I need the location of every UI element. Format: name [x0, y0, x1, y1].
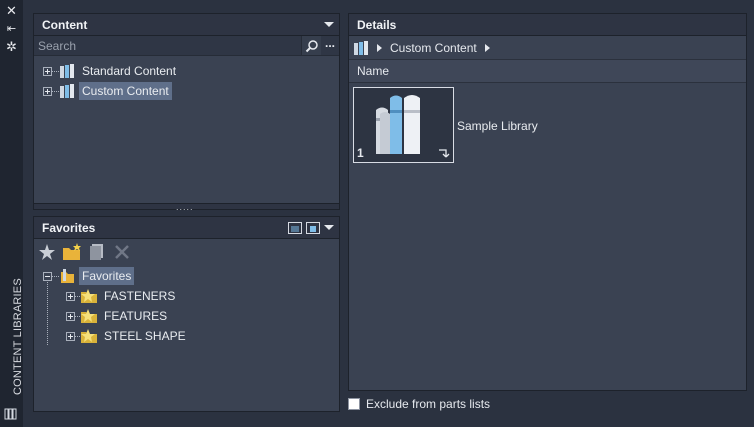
copy-button[interactable]: [87, 242, 107, 262]
content-menu-dropdown[interactable]: [324, 22, 334, 27]
column-header-name[interactable]: Name: [349, 60, 746, 83]
details-panel: Details Custom Content Name 1 Sample Lib…: [348, 13, 747, 391]
breadcrumb-item[interactable]: Custom Content: [390, 41, 477, 55]
search-button[interactable]: [301, 36, 321, 55]
favorites-toolbar: [34, 239, 339, 265]
content-panel-header: Content: [34, 14, 339, 36]
exclude-checkbox[interactable]: [348, 398, 360, 410]
close-icon[interactable]: ✕: [3, 4, 20, 18]
tree-node-fasteners[interactable]: FASTENERS: [66, 287, 178, 305]
library-books-icon[interactable]: [353, 40, 369, 56]
favorites-panel-header: Favorites: [34, 217, 339, 239]
shortcut-arrow-icon: [439, 149, 450, 158]
exclude-from-parts-lists[interactable]: Exclude from parts lists: [348, 397, 490, 411]
magnifier-icon: [305, 39, 318, 52]
tree-node-label: Custom Content: [79, 82, 172, 100]
search-row: ...: [34, 36, 339, 56]
add-favorite-button[interactable]: [37, 242, 57, 262]
tree-connector: [52, 275, 59, 277]
tree-node-standard-content[interactable]: Standard Content: [43, 62, 179, 80]
tree-node-label: FEATURES: [104, 309, 168, 323]
tree-node-features[interactable]: FEATURES: [66, 307, 170, 325]
copy-icon: [90, 244, 103, 260]
expand-toggle[interactable]: [43, 66, 52, 76]
palette-title: CONTENT LIBRARIES: [12, 278, 24, 395]
content-panel: Content ... Standard Content: [33, 13, 340, 212]
tree-connector: [47, 279, 48, 345]
tree-node-label: Standard Content: [82, 64, 177, 78]
splitter-grip: .....: [176, 202, 194, 212]
palette-titlebar: ✕ ⇤ ✲ CONTENT LIBRARIES: [0, 0, 24, 427]
search-input[interactable]: [34, 36, 301, 55]
settings-icon[interactable]: ✲: [3, 40, 20, 54]
expand-toggle[interactable]: [66, 331, 75, 341]
breadcrumb: Custom Content: [349, 36, 746, 60]
more-options-button[interactable]: ...: [321, 36, 339, 55]
library-tile[interactable]: 1: [353, 87, 454, 163]
details-panel-header: Details: [349, 14, 746, 36]
library-tile-label[interactable]: Sample Library: [457, 119, 538, 133]
list-view-icon[interactable]: [288, 221, 302, 234]
expand-toggle[interactable]: [43, 86, 52, 96]
tree-node-label: FASTENERS: [104, 289, 176, 303]
column-header-label: Name: [357, 64, 390, 78]
favorite-star-icon: [81, 329, 97, 343]
library-books-icon: [60, 64, 74, 78]
favorites-panel-title: Favorites: [42, 220, 96, 235]
count-badge: 1: [357, 146, 364, 160]
tree-node-custom-content[interactable]: Custom Content: [43, 82, 172, 100]
panel-splitter[interactable]: .....: [34, 202, 339, 212]
favorite-star-icon: [81, 309, 97, 323]
favorites-panel: Favorites Favorites FASTENERS FEATURES S…: [33, 216, 340, 412]
autohide-icon[interactable]: ⇤: [3, 22, 20, 36]
tree-node-label: STEEL SHAPE: [104, 329, 186, 343]
add-favorite-icon: [39, 244, 55, 260]
library-books-icon: [60, 84, 74, 98]
tree-node-label: Favorites: [79, 267, 135, 285]
tree-node-favorites[interactable]: Favorites: [43, 267, 135, 285]
content-panel-title: Content: [42, 17, 88, 32]
tree-connector: [52, 70, 59, 72]
tree-connector: [52, 90, 59, 92]
favorite-star-icon: [81, 289, 97, 303]
new-folder-button[interactable]: [62, 242, 82, 262]
thumbnail-view-icon[interactable]: [306, 221, 320, 234]
breadcrumb-separator-icon[interactable]: [484, 43, 490, 52]
delete-icon: [115, 245, 129, 259]
expand-toggle[interactable]: [66, 291, 75, 301]
favorites-folder-icon: [61, 269, 74, 283]
breadcrumb-separator-icon[interactable]: [377, 43, 382, 52]
details-panel-title: Details: [357, 17, 397, 32]
delete-button[interactable]: [112, 242, 132, 262]
favorites-menu-dropdown[interactable]: [324, 225, 334, 230]
collapse-toggle[interactable]: [43, 271, 52, 281]
tree-node-steel-shape[interactable]: STEEL SHAPE: [66, 327, 189, 345]
new-folder-icon: [63, 243, 81, 260]
library-icon: [4, 408, 17, 420]
expand-toggle[interactable]: [66, 311, 75, 321]
exclude-checkbox-label[interactable]: Exclude from parts lists: [366, 397, 490, 411]
